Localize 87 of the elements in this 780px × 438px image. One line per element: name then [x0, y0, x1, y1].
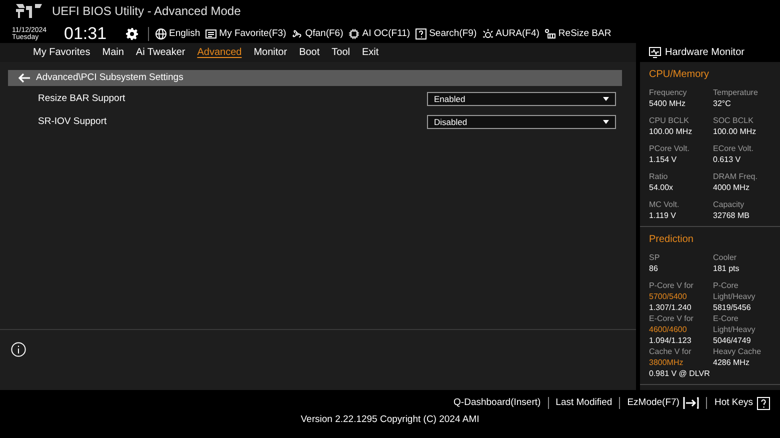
- reading-value: 100.00 MHz: [713, 126, 758, 137]
- reading-label: P-Core V for: [649, 280, 694, 291]
- reading-label: E-Core V for: [649, 313, 694, 324]
- reading-value: 5400 MHz: [649, 98, 686, 109]
- reading-label: Frequency: [649, 87, 688, 98]
- toolbar-button[interactable]: ReSize BAR: [544, 26, 612, 41]
- reading-label: 5700/5400: [649, 291, 688, 302]
- reading-label: Cache V for: [649, 346, 692, 357]
- footer-button[interactable]: Hot Keys: [714, 396, 770, 410]
- back-arrow-icon[interactable]: [18, 73, 30, 83]
- setting-dropdown[interactable]: Disabled: [427, 115, 616, 129]
- question-icon: [415, 28, 428, 40]
- reading-label: Temperature: [713, 87, 759, 98]
- reading-value: 86: [649, 263, 659, 274]
- reading-label: Light/Heavy: [713, 291, 756, 302]
- reading-label: P-Core: [713, 280, 740, 291]
- exit-icon: [683, 397, 700, 410]
- menu-tab[interactable]: Advanced: [197, 45, 242, 60]
- menu-tab[interactable]: Tool: [332, 45, 350, 60]
- menu-tab[interactable]: Main: [102, 45, 124, 60]
- reading-label: Cooler: [713, 252, 738, 263]
- monitor-icon: [649, 47, 661, 58]
- reading-label: Heavy Cache: [713, 346, 762, 357]
- reading-value: 32°C: [713, 98, 732, 109]
- reading-label: PCore Volt.: [649, 143, 690, 154]
- footer-button[interactable]: EzMode(F7): [627, 396, 700, 410]
- light-icon: [482, 28, 494, 40]
- memory-icon: [544, 28, 556, 40]
- caret-icon: [603, 97, 609, 101]
- reading-label: CPU BCLK: [649, 115, 690, 126]
- reading-label: Capacity: [713, 199, 746, 210]
- reading-value: 1.119 V: [649, 210, 677, 221]
- menu-tab[interactable]: Ai Tweaker: [136, 45, 186, 60]
- footer-button[interactable]: Last Modified: [556, 396, 612, 410]
- menu-tab[interactable]: My Favorites: [33, 45, 90, 60]
- version-text: Version 2.22.1295 Copyright (C) 2024 AMI: [300, 413, 480, 428]
- menu-tab[interactable]: Monitor: [254, 45, 288, 60]
- clock-time: 01:31: [64, 23, 108, 45]
- reading-value: 181 pts: [713, 263, 740, 274]
- reading-label: DRAM Freq.: [713, 171, 758, 182]
- reading-value: 54.00x: [649, 182, 674, 193]
- toolbar-button[interactable]: Qfan(F6): [291, 26, 344, 41]
- reading-label: E-Core: [713, 313, 740, 324]
- reading-label: Ratio: [649, 171, 669, 182]
- footer-button[interactable]: Q-Dashboard(Insert): [454, 396, 541, 410]
- menu-tab[interactable]: Boot: [299, 45, 320, 60]
- question-icon: [757, 396, 770, 410]
- reading-label: SOC BCLK: [713, 115, 754, 126]
- section-title: Prediction: [649, 233, 694, 247]
- setting-label: Resize BAR Support: [38, 92, 126, 106]
- toolbar-button[interactable]: AI OC(F11): [348, 26, 410, 41]
- section-title: CPU/Memory: [649, 68, 710, 82]
- reading-value: 1.154 V: [649, 154, 678, 165]
- setting-dropdown[interactable]: Enabled: [427, 92, 616, 106]
- reading-label: Light/Heavy: [713, 324, 756, 335]
- reading-value: 32768 MB: [713, 210, 750, 221]
- reading-label: 4600/4600: [649, 324, 688, 335]
- reading-value: 1.307/1.240: [649, 302, 692, 313]
- toolbar-button[interactable]: English: [155, 26, 200, 41]
- reading-value: 1.094/1.123: [649, 335, 692, 346]
- reading-value: 4286 MHz: [713, 357, 750, 368]
- reading-label: MC Volt.: [649, 199, 680, 210]
- reading-value: 100.00 MHz: [649, 126, 694, 137]
- reading-value: 0.613 V: [713, 154, 742, 165]
- toolbar-button[interactable]: My Favorite(F3): [205, 26, 286, 41]
- logo-icon: [16, 4, 42, 18]
- caret-icon: [603, 120, 609, 124]
- settings-icon[interactable]: [126, 28, 138, 40]
- info-icon: [11, 342, 26, 357]
- setting-label: SR-IOV Support: [38, 114, 107, 129]
- reading-label: ECore Volt.: [713, 143, 754, 154]
- reading-label: SP: [649, 252, 661, 263]
- menu-tab[interactable]: Exit: [362, 45, 379, 60]
- list-icon: [205, 28, 218, 40]
- fan-icon: [291, 28, 304, 40]
- reading-value: 5046/4749: [713, 335, 752, 346]
- chip-icon: [348, 28, 360, 40]
- globe-icon: [155, 28, 167, 40]
- window-title: UEFI BIOS Utility - Advanced Mode: [52, 3, 241, 20]
- reading-value: 5819/5456: [713, 302, 752, 313]
- reading-value: 4000 MHz: [713, 182, 750, 193]
- panel-title: Hardware Monitor: [665, 46, 744, 60]
- toolbar-button[interactable]: AURA(F4): [482, 26, 540, 41]
- reading-label: 3800MHz: [649, 357, 684, 368]
- toolbar-button[interactable]: Search(F9): [415, 26, 477, 41]
- reading-value: 0.981 V @ DLVR: [649, 368, 707, 379]
- breadcrumb-text: Advanced\PCI Subsystem Settings: [36, 70, 184, 85]
